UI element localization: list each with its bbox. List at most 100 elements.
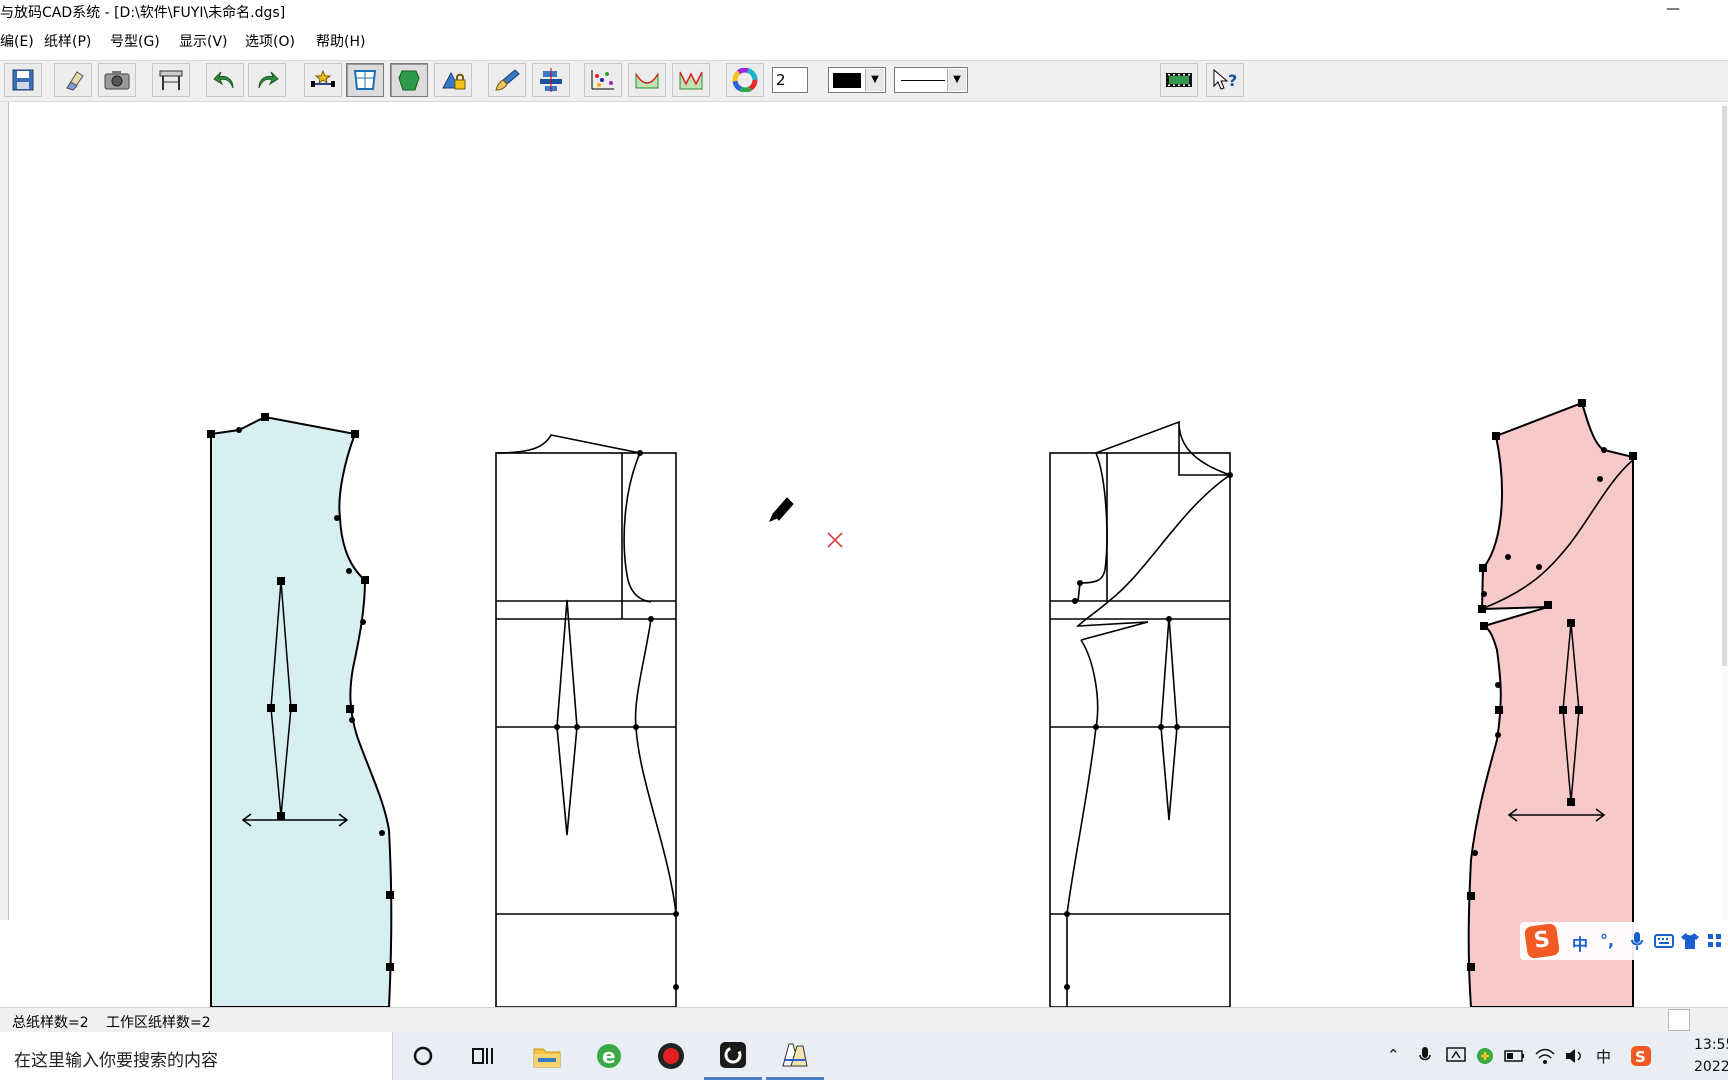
vertical-scrollbar[interactable] xyxy=(1722,102,1728,920)
taskbar-app-recorder[interactable] xyxy=(642,1032,700,1080)
lock-icon xyxy=(442,71,466,90)
record-icon xyxy=(658,1043,684,1069)
pattern-piece-left[interactable] xyxy=(207,413,394,1007)
eraser-icon xyxy=(66,71,84,91)
sogou-logo-icon[interactable]: S xyxy=(1523,922,1561,960)
lock-button[interactable] xyxy=(434,63,472,97)
minimize-button[interactable]: — xyxy=(1658,0,1688,22)
skin-shirt-icon[interactable] xyxy=(1680,932,1700,950)
menu-bar: 编(E) 纸样(P) 号型(G) 显示(V) 选项(O) 帮助(H) xyxy=(0,28,1728,52)
task-view-icon xyxy=(472,1048,493,1064)
capture-app-icon xyxy=(720,1041,746,1068)
tray-expand-icon[interactable]: ⌃ xyxy=(1387,1046,1400,1064)
help-cursor-icon: ? xyxy=(1213,68,1237,90)
microphone-icon[interactable] xyxy=(1630,931,1644,951)
ime-menu-icon[interactable] xyxy=(1706,932,1724,950)
redo-button[interactable] xyxy=(248,63,286,97)
tray-microphone-icon[interactable] xyxy=(1418,1046,1432,1066)
curve-green-button[interactable] xyxy=(628,63,666,97)
curve-pink-icon xyxy=(679,71,703,90)
scrollbar-thumb[interactable] xyxy=(1722,106,1727,666)
tray-volume-icon[interactable] xyxy=(1564,1046,1586,1066)
tray-wifi-icon[interactable] xyxy=(1534,1046,1556,1066)
eraser-button[interactable] xyxy=(54,63,92,97)
construction-draft-back[interactable] xyxy=(495,434,679,1007)
drawing-canvas[interactable] xyxy=(9,102,1722,1007)
piece-shape-icon xyxy=(398,70,420,91)
taskbar-app-capture[interactable] xyxy=(704,1032,762,1080)
grid-piece-icon xyxy=(353,70,377,90)
title-bar: 与放码CAD系统 - [D:\软件\FUYI\未命名.dgs] — xyxy=(0,0,1728,24)
menu-help[interactable]: 帮助(H) xyxy=(316,31,365,51)
taskbar-app-browser[interactable]: e xyxy=(580,1032,638,1080)
film-icon xyxy=(1166,73,1192,87)
camera-icon xyxy=(104,71,130,90)
folder-icon xyxy=(533,1048,561,1068)
color-swatch xyxy=(833,73,861,88)
svg-text:e: e xyxy=(602,1044,616,1068)
grading-points-button[interactable] xyxy=(584,63,622,97)
status-bar: 总纸样数=2 工作区纸样数=2 xyxy=(0,1007,1728,1032)
menu-pattern[interactable]: 纸样(P) xyxy=(44,31,91,51)
redo-icon xyxy=(258,71,279,89)
brush-button[interactable] xyxy=(488,63,526,97)
taskbar-app-cad[interactable] xyxy=(766,1032,824,1080)
taskbar-search[interactable]: 在这里输入你要搜索的内容 xyxy=(0,1032,393,1080)
menu-size[interactable]: 号型(G) xyxy=(110,31,160,51)
ime-punct[interactable]: °, xyxy=(1600,931,1614,950)
plotter-icon xyxy=(159,70,183,90)
line-style-select[interactable]: ▼ xyxy=(894,67,968,93)
svg-text:S: S xyxy=(1635,1048,1646,1066)
tray-security-icon[interactable] xyxy=(1475,1046,1495,1066)
browser-e-icon: e xyxy=(597,1044,621,1068)
tray-ime-indicator[interactable]: 中 xyxy=(1596,1046,1611,1067)
align-icon xyxy=(540,68,562,92)
camera-button[interactable] xyxy=(98,63,136,97)
search-placeholder: 在这里输入你要搜索的内容 xyxy=(14,1051,218,1071)
grading-points-icon xyxy=(591,70,614,90)
menu-view[interactable]: 显示(V) xyxy=(179,31,228,51)
chevron-down-icon[interactable]: ▼ xyxy=(865,69,884,91)
tray-battery-icon[interactable] xyxy=(1504,1049,1526,1063)
cad-app-icon xyxy=(782,1043,808,1066)
task-view-button[interactable] xyxy=(454,1032,512,1080)
construction-draft-front[interactable] xyxy=(1049,420,1233,1007)
clock-time: 13:55 xyxy=(1694,1037,1728,1053)
color-wheel-icon xyxy=(732,68,758,92)
grid-piece-button[interactable] xyxy=(346,63,384,97)
window-title: 与放码CAD系统 - [D:\软件\FUYI\未命名.dgs] xyxy=(0,5,286,21)
color-wheel-button[interactable] xyxy=(726,63,764,97)
pattern-piece-right[interactable] xyxy=(1467,399,1637,1007)
align-button[interactable] xyxy=(532,63,570,97)
cortana-circle-icon xyxy=(413,1046,433,1066)
curve-green-icon xyxy=(635,72,659,89)
measure-button[interactable] xyxy=(304,63,342,97)
keyboard-icon[interactable] xyxy=(1654,933,1674,949)
tray-screen-icon[interactable] xyxy=(1446,1046,1466,1064)
film-button[interactable] xyxy=(1160,63,1198,97)
system-clock[interactable]: 13:55 2022/4 xyxy=(1694,1034,1728,1078)
line-width-input[interactable]: 2 xyxy=(772,67,808,93)
color-select[interactable]: ▼ xyxy=(828,67,886,93)
ime-mode[interactable]: 中 xyxy=(1572,931,1588,955)
save-button[interactable] xyxy=(4,63,42,97)
measure-icon xyxy=(311,69,335,87)
status-workspace-pieces: 工作区纸样数=2 xyxy=(106,1015,211,1031)
tray-sogou-icon[interactable]: S xyxy=(1630,1045,1652,1067)
menu-options[interactable]: 选项(O) xyxy=(245,31,295,51)
corner-grip-button[interactable] xyxy=(1668,1009,1690,1031)
undo-button[interactable] xyxy=(206,63,244,97)
curve-pink-button[interactable] xyxy=(672,63,710,97)
cortana-button[interactable] xyxy=(394,1032,452,1080)
save-icon xyxy=(12,69,34,91)
help-button[interactable]: ? xyxy=(1206,63,1244,97)
taskbar-app-explorer[interactable] xyxy=(518,1032,576,1080)
piece-shape-button[interactable] xyxy=(390,63,428,97)
menu-edit[interactable]: 编(E) xyxy=(0,31,34,51)
chevron-down-icon[interactable]: ▼ xyxy=(947,69,966,91)
plotter-button[interactable] xyxy=(152,63,190,97)
taskbar: 在这里输入你要搜索的内容 e ⌃ 中 S 13:55 2022/4 xyxy=(0,1032,1728,1080)
left-ruler xyxy=(0,102,9,920)
crosshair-marker-icon xyxy=(827,532,843,548)
ime-toolbar[interactable]: S 中 °, xyxy=(1520,922,1728,960)
